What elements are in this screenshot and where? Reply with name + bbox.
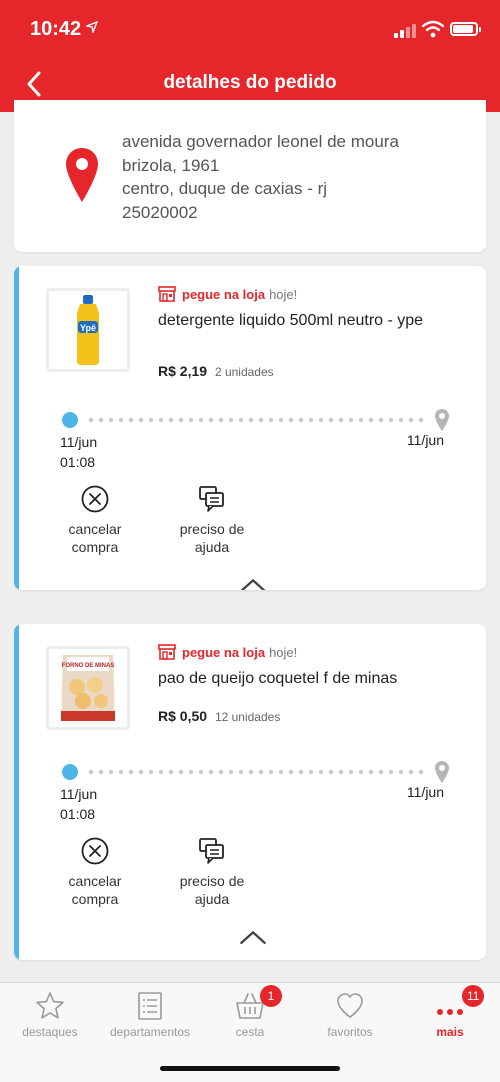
product-units: 2 unidades (214, 365, 274, 379)
product-name: pao de queijo coquetel f de minas (158, 670, 398, 687)
timeline-end-date: 11/jun (406, 784, 444, 800)
store-icon (158, 286, 176, 302)
map-pin-icon (435, 409, 449, 431)
status-bar: 10:42 (0, 0, 500, 60)
price-row: R$ 2,19 2 unidades (158, 363, 274, 379)
home-indicator (160, 1066, 340, 1071)
timeline-start-date: 11/jun (60, 434, 98, 450)
cart-count-badge: 1 (260, 985, 282, 1007)
heart-icon (337, 993, 363, 1018)
close-circle-icon (81, 485, 109, 513)
help-label: ajuda (194, 891, 230, 907)
status-time: 10:42 (30, 18, 82, 40)
help-label: preciso de (179, 521, 245, 537)
store-icon (158, 644, 176, 660)
timeline-start-time: 01:08 (60, 454, 96, 470)
app-header: 10:42 detalhes do pedido (0, 0, 500, 112)
nav-label: mais (436, 1025, 464, 1039)
cellular-signal-icon (394, 24, 416, 38)
chat-bubbles-icon (199, 486, 224, 512)
product-price: R$ 0,50 (158, 708, 208, 724)
nav-label: destaques (22, 1025, 78, 1039)
cancel-label: compra (71, 891, 119, 907)
address-card: avenida governador leonel de moura brizo… (14, 100, 486, 252)
store-pickup-when: hoje! (269, 644, 298, 660)
map-pin-icon (66, 148, 98, 202)
store-pickup-label: pegue na loja (182, 644, 266, 660)
order-item-card: FORNO DE MINAS pegue na loja hoje! pao d… (14, 624, 486, 960)
svg-text:Ypê: Ypê (80, 323, 96, 333)
store-pickup-tag: pegue na loja hoje! (158, 644, 297, 660)
timeline-start-label: 11/jun 01:08 (60, 432, 97, 472)
map-pin-icon (435, 761, 449, 783)
product-thumbnail: FORNO DE MINAS (46, 646, 130, 730)
timeline-end-date: 11/jun (406, 432, 444, 448)
close-circle-icon (81, 837, 109, 865)
cancel-label: cancelar (68, 873, 122, 889)
product-thumbnail: Ypê (46, 288, 130, 372)
more-icon (437, 1009, 463, 1015)
address-line: brizola, 1961 (122, 155, 220, 175)
store-pickup-tag: pegue na loja hoje! (158, 286, 297, 302)
more-count-badge: 11 (462, 985, 485, 1007)
address-line: avenida governador leonel de moura (122, 132, 399, 151)
cancel-purchase-button[interactable]: cancelar compra (45, 836, 145, 908)
timeline-start-date: 11/jun (60, 786, 98, 802)
svg-text:FORNO DE MINAS: FORNO DE MINAS (62, 663, 115, 669)
page-title: detalhes do pedido (163, 72, 337, 93)
address-text: avenida governador leonel de moura brizo… (122, 130, 472, 224)
price-row: R$ 0,50 12 unidades (158, 708, 280, 724)
timeline-start-dot (62, 412, 78, 428)
nav-item-cesta[interactable]: cesta 1 (200, 985, 300, 1039)
list-icon (138, 992, 162, 1020)
cancel-label: compra (71, 539, 119, 555)
address-line: 25020002 (122, 202, 198, 222)
status-stripe (14, 624, 19, 960)
wifi-icon (421, 20, 445, 38)
timeline-start-dot (62, 764, 78, 780)
help-label: ajuda (194, 539, 230, 555)
chevron-up-icon[interactable] (239, 576, 267, 590)
need-help-button[interactable]: preciso de ajuda (162, 484, 262, 556)
chat-bubbles-icon (199, 838, 224, 864)
address-line: centro, duque de caxias - rj (122, 179, 328, 198)
timeline-start-label: 11/jun 01:08 (60, 784, 97, 824)
cancel-purchase-button[interactable]: cancelar compra (45, 484, 145, 556)
nav-label: departamentos (109, 1025, 191, 1039)
nav-item-departamentos[interactable]: departamentos (100, 991, 200, 1039)
timeline-progress-dots (86, 418, 426, 422)
star-icon (36, 992, 64, 1019)
order-item-card: Ypê pegue na loja hoje! detergente liqui… (14, 266, 486, 590)
battery-icon (450, 22, 481, 36)
chevron-up-icon[interactable] (239, 928, 267, 946)
nav-item-destaques[interactable]: destaques (0, 991, 100, 1039)
nav-item-favoritos[interactable]: favoritos (300, 991, 400, 1039)
nav-label: favoritos (327, 1025, 373, 1039)
nav-label: cesta (235, 1025, 265, 1039)
product-units: 12 unidades (214, 710, 281, 724)
order-timeline (62, 760, 450, 784)
help-label: preciso de (179, 873, 245, 889)
timeline-progress-dots (86, 770, 426, 774)
nav-item-mais[interactable]: mais 11 (400, 985, 500, 1039)
cancel-label: cancelar (68, 521, 122, 537)
store-pickup-label: pegue na loja (182, 286, 266, 302)
product-price: R$ 2,19 (158, 363, 208, 379)
need-help-button[interactable]: preciso de ajuda (162, 836, 262, 908)
location-arrow-icon (84, 20, 99, 36)
status-stripe (14, 266, 19, 590)
order-timeline (62, 408, 450, 432)
product-name: detergente liquido 500ml neutro - ype (158, 312, 424, 329)
store-pickup-when: hoje! (269, 286, 298, 302)
timeline-start-time: 01:08 (60, 806, 96, 822)
